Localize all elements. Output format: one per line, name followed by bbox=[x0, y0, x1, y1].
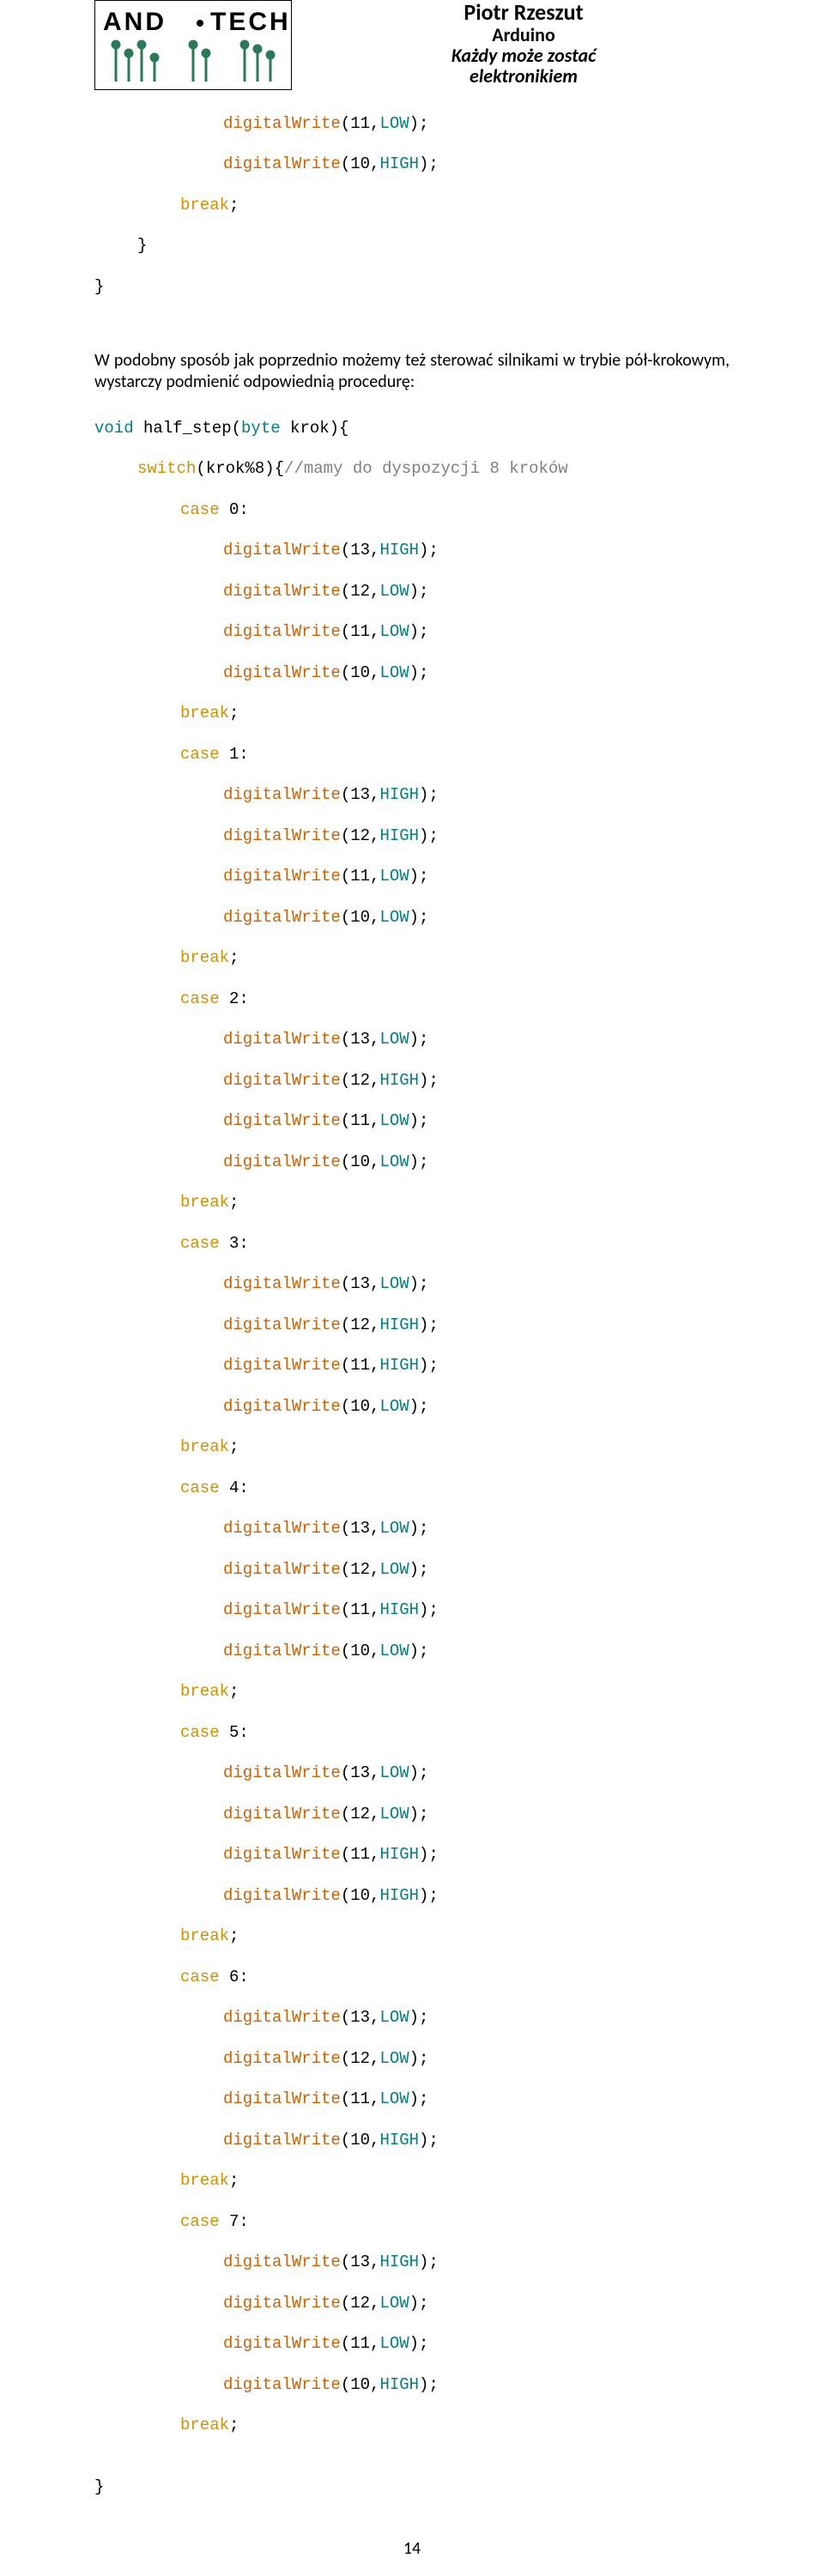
code-dw-line: digitalWrite(10,LOW); bbox=[94, 1152, 730, 1173]
code-dw-line: digitalWrite(12,LOW); bbox=[94, 1805, 730, 1825]
code-token: ); bbox=[419, 154, 439, 173]
code-token: void bbox=[94, 419, 134, 438]
code-dw-line: digitalWrite(13,LOW); bbox=[94, 1274, 730, 1295]
code-dw-line: digitalWrite(11,HIGH); bbox=[94, 1600, 730, 1621]
code-case-label: case 4: bbox=[94, 1478, 730, 1499]
code-dw-line: digitalWrite(10,HIGH); bbox=[94, 1886, 730, 1907]
code-snippet-2: void half_step(byte krok){ switch(krok%8… bbox=[94, 398, 730, 2538]
code-dw-line: digitalWrite(12,HIGH); bbox=[94, 1315, 730, 1336]
code-token: } bbox=[94, 277, 104, 296]
code-token: krok){ bbox=[281, 419, 349, 438]
code-dw-line: digitalWrite(13,LOW); bbox=[94, 1030, 730, 1050]
code-token: digitalWrite bbox=[223, 114, 341, 133]
code-dw-line: digitalWrite(12,HIGH); bbox=[94, 1071, 730, 1091]
code-dw-line: digitalWrite(10,LOW); bbox=[94, 663, 730, 684]
code-dw-line: digitalWrite(13,LOW); bbox=[94, 2008, 730, 2029]
svg-text:TECH: TECH bbox=[210, 8, 288, 36]
code-token: switch bbox=[137, 459, 196, 478]
code-token: LOW bbox=[379, 114, 409, 133]
code-dw-line: digitalWrite(11,LOW); bbox=[94, 1111, 730, 1132]
code-token: byte bbox=[241, 419, 281, 438]
code-case-label: case 6: bbox=[94, 1968, 730, 1988]
code-dw-line: digitalWrite(12,LOW); bbox=[94, 2294, 730, 2314]
code-dw-line: digitalWrite(13,LOW); bbox=[94, 1763, 730, 1784]
code-case-label: case 7: bbox=[94, 2212, 730, 2233]
logo: AND TECH bbox=[94, 0, 292, 90]
header-line2: Każdy może zostać bbox=[318, 45, 730, 66]
code-dw-line: digitalWrite(10,LOW); bbox=[94, 1642, 730, 1662]
code-dw-line: digitalWrite(11,LOW); bbox=[94, 2334, 730, 2355]
code-snippet-1: digitalWrite(11,LOW); digitalWrite(10,HI… bbox=[94, 94, 730, 338]
code-break: break; bbox=[94, 704, 730, 724]
code-dw-line: digitalWrite(11,LOW); bbox=[94, 622, 730, 643]
code-dw-line: digitalWrite(11,LOW); bbox=[94, 2089, 730, 2110]
page-header: AND TECH Piotr Rzeszut Arduino bbox=[94, 0, 730, 90]
code-case-label: case 3: bbox=[94, 1234, 730, 1255]
code-dw-line: digitalWrite(13,LOW); bbox=[94, 1519, 730, 1539]
code-break: break; bbox=[94, 2416, 730, 2436]
code-dw-line: digitalWrite(13,HIGH); bbox=[94, 2252, 730, 2273]
code-dw-line: digitalWrite(11,HIGH); bbox=[94, 1356, 730, 1376]
code-case-label: case 2: bbox=[94, 989, 730, 1010]
code-token: half_step( bbox=[134, 419, 241, 438]
code-dw-line: digitalWrite(13,HIGH); bbox=[94, 785, 730, 806]
code-token: break bbox=[180, 196, 229, 215]
code-break: break; bbox=[94, 1437, 730, 1458]
code-token: (krok%8){ bbox=[196, 459, 284, 478]
code-dw-line: digitalWrite(13,HIGH); bbox=[94, 541, 730, 561]
code-break: break; bbox=[94, 2171, 730, 2192]
code-dw-line: digitalWrite(10,LOW); bbox=[94, 1397, 730, 1418]
code-token: digitalWrite bbox=[223, 154, 341, 173]
header-line3: elektronikiem bbox=[318, 66, 730, 87]
header-author: Piotr Rzeszut bbox=[318, 0, 730, 25]
code-token: HIGH bbox=[379, 154, 419, 173]
code-dw-line: digitalWrite(12,LOW); bbox=[94, 2049, 730, 2070]
code-dw-line: digitalWrite(12,LOW); bbox=[94, 582, 730, 602]
code-token: ); bbox=[409, 114, 429, 133]
code-token: (11, bbox=[341, 114, 380, 133]
code-dw-line: digitalWrite(11,LOW); bbox=[94, 867, 730, 887]
code-dw-line: digitalWrite(12,LOW); bbox=[94, 1560, 730, 1581]
svg-text:AND: AND bbox=[103, 8, 167, 36]
header-text-block: Piotr Rzeszut Arduino Każdy może zostać … bbox=[318, 0, 730, 87]
code-token: (10, bbox=[341, 154, 380, 173]
code-comment: //mamy do dyspozycji 8 kroków bbox=[284, 459, 568, 478]
code-break: break; bbox=[94, 1926, 730, 1947]
code-dw-line: digitalWrite(11,HIGH); bbox=[94, 1845, 730, 1865]
code-case-label: case 0: bbox=[94, 500, 730, 521]
code-break: break; bbox=[94, 1193, 730, 1213]
intro-paragraph: W podobny sposób jak poprzednio możemy t… bbox=[94, 350, 730, 393]
header-line1: Arduino bbox=[318, 25, 730, 45]
code-case-label: case 5: bbox=[94, 1723, 730, 1744]
code-dw-line: digitalWrite(10,HIGH); bbox=[94, 2375, 730, 2396]
code-dw-line: digitalWrite(12,HIGH); bbox=[94, 826, 730, 847]
code-case-label: case 1: bbox=[94, 745, 730, 765]
code-token: } bbox=[94, 2477, 104, 2496]
code-break: break; bbox=[94, 1682, 730, 1702]
code-token: } bbox=[137, 236, 147, 255]
page-number: 14 bbox=[0, 2538, 824, 2559]
andtech-logo-icon: AND TECH bbox=[99, 4, 288, 86]
code-dw-line: digitalWrite(10,HIGH); bbox=[94, 2131, 730, 2151]
document-page: AND TECH Piotr Rzeszut Arduino bbox=[0, 0, 824, 2576]
code-dw-line: digitalWrite(10,LOW); bbox=[94, 908, 730, 928]
code-break: break; bbox=[94, 948, 730, 969]
code-token: ; bbox=[229, 196, 239, 215]
